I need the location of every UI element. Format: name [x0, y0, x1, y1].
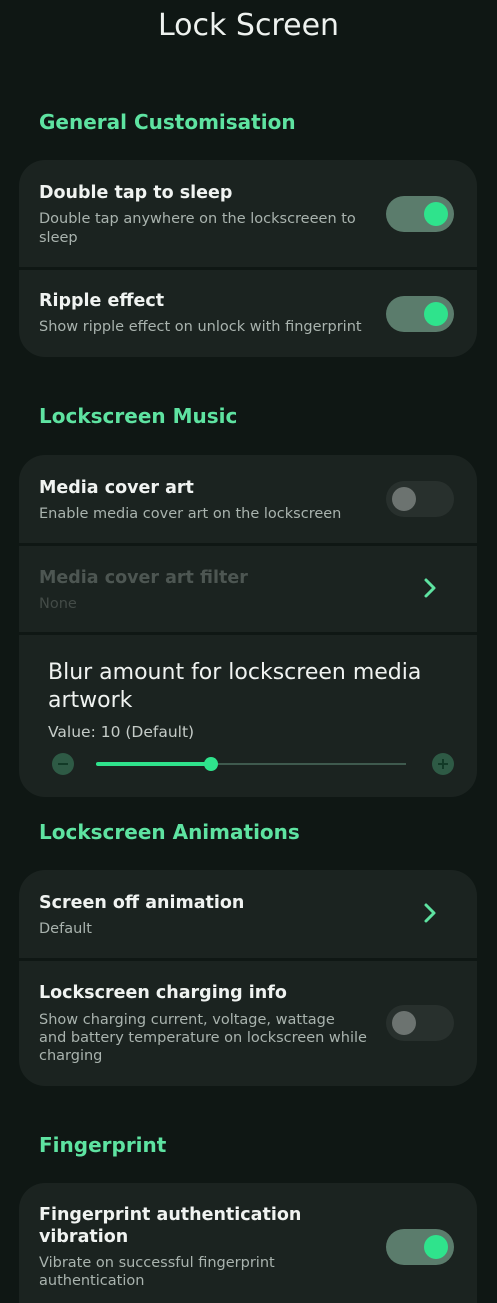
setting-media-cover-art-filter[interactable]: Media cover art filter None	[19, 546, 477, 632]
card-music: Media cover art Enable media cover art o…	[19, 455, 477, 797]
media-cover-art-toggle[interactable]	[386, 481, 454, 517]
double-tap-toggle[interactable]	[386, 196, 454, 232]
setting-subtitle-line: Show charging current, voltage, wattage	[39, 1012, 335, 1028]
card-fingerprint: Fingerprint authentication vibration Vib…	[19, 1183, 477, 1303]
setting-subtitle-line: None	[39, 596, 77, 612]
setting-subtitle-line: charging	[39, 1048, 103, 1064]
page-title: Lock Screen	[157, 8, 340, 43]
setting-title: Media cover art filter	[39, 568, 248, 588]
setting-lockscreen-charging-info[interactable]: Lockscreen charging info Show charging c…	[19, 961, 477, 1086]
card-animations: Screen off animation Default Lockscreen …	[19, 870, 477, 1086]
setting-title: Media cover art	[39, 478, 194, 498]
setting-subtitle-line: Double tap anywhere on the lockscreeen t…	[39, 211, 356, 227]
chevron-right-icon[interactable]	[420, 576, 440, 600]
toggle-knob	[424, 1235, 448, 1259]
charging-info-toggle[interactable]	[386, 1005, 454, 1041]
toggle-knob	[424, 202, 448, 226]
section-header-animations: Lockscreen Animations	[39, 820, 300, 844]
card-general: Double tap to sleep Double tap anywhere …	[19, 160, 477, 357]
fingerprint-vibration-toggle[interactable]	[386, 1229, 454, 1265]
toggle-knob	[392, 1011, 416, 1035]
setting-subtitle-line: sleep	[39, 230, 78, 246]
setting-screen-off-animation[interactable]: Screen off animation Default	[19, 870, 477, 958]
slider-value-text: Value: 10 (Default)	[48, 723, 195, 741]
setting-subtitle-line: Show ripple effect on unlock with finger…	[39, 319, 362, 335]
plus-icon[interactable]	[431, 752, 455, 776]
slider-thumb[interactable]	[204, 757, 218, 771]
setting-double-tap-to-sleep[interactable]: Double tap to sleep Double tap anywhere …	[19, 160, 477, 267]
setting-title-line: Fingerprint authentication	[39, 1205, 302, 1225]
setting-title: Double tap to sleep	[39, 183, 233, 203]
setting-subtitle-line: authentication	[39, 1273, 145, 1289]
slider-title-line: artwork	[48, 688, 133, 713]
minus-icon[interactable]	[51, 752, 75, 776]
slider-track-active	[96, 762, 211, 766]
section-header-general: General Customisation	[39, 110, 296, 134]
setting-media-cover-art[interactable]: Media cover art Enable media cover art o…	[19, 455, 477, 543]
toggle-knob	[424, 302, 448, 326]
setting-subtitle-line: and battery temperature on lockscreen wh…	[39, 1030, 367, 1046]
setting-title: Ripple effect	[39, 291, 165, 311]
setting-title: Screen off animation	[39, 893, 245, 913]
setting-subtitle-line: Enable media cover art on the lockscreen	[39, 506, 342, 522]
setting-title: Lockscreen charging info	[39, 983, 287, 1003]
setting-subtitle-line: Default	[39, 921, 92, 937]
setting-ripple-effect[interactable]: Ripple effect Show ripple effect on unlo…	[19, 270, 477, 357]
setting-title-line: vibration	[39, 1227, 129, 1247]
section-header-music: Lockscreen Music	[39, 404, 238, 428]
ripple-effect-toggle[interactable]	[386, 296, 454, 332]
setting-fingerprint-vibration[interactable]: Fingerprint authentication vibration Vib…	[19, 1183, 477, 1303]
slider-title-line: Blur amount for lockscreen media	[48, 660, 422, 685]
toggle-knob	[392, 487, 416, 511]
blur-amount-setting: Blur amount for lockscreen media artwork…	[19, 635, 477, 797]
section-header-fingerprint: Fingerprint	[39, 1133, 167, 1157]
setting-subtitle-line: Vibrate on successful fingerprint	[39, 1255, 275, 1271]
chevron-right-icon[interactable]	[420, 901, 440, 925]
blur-amount-slider[interactable]	[96, 757, 406, 771]
